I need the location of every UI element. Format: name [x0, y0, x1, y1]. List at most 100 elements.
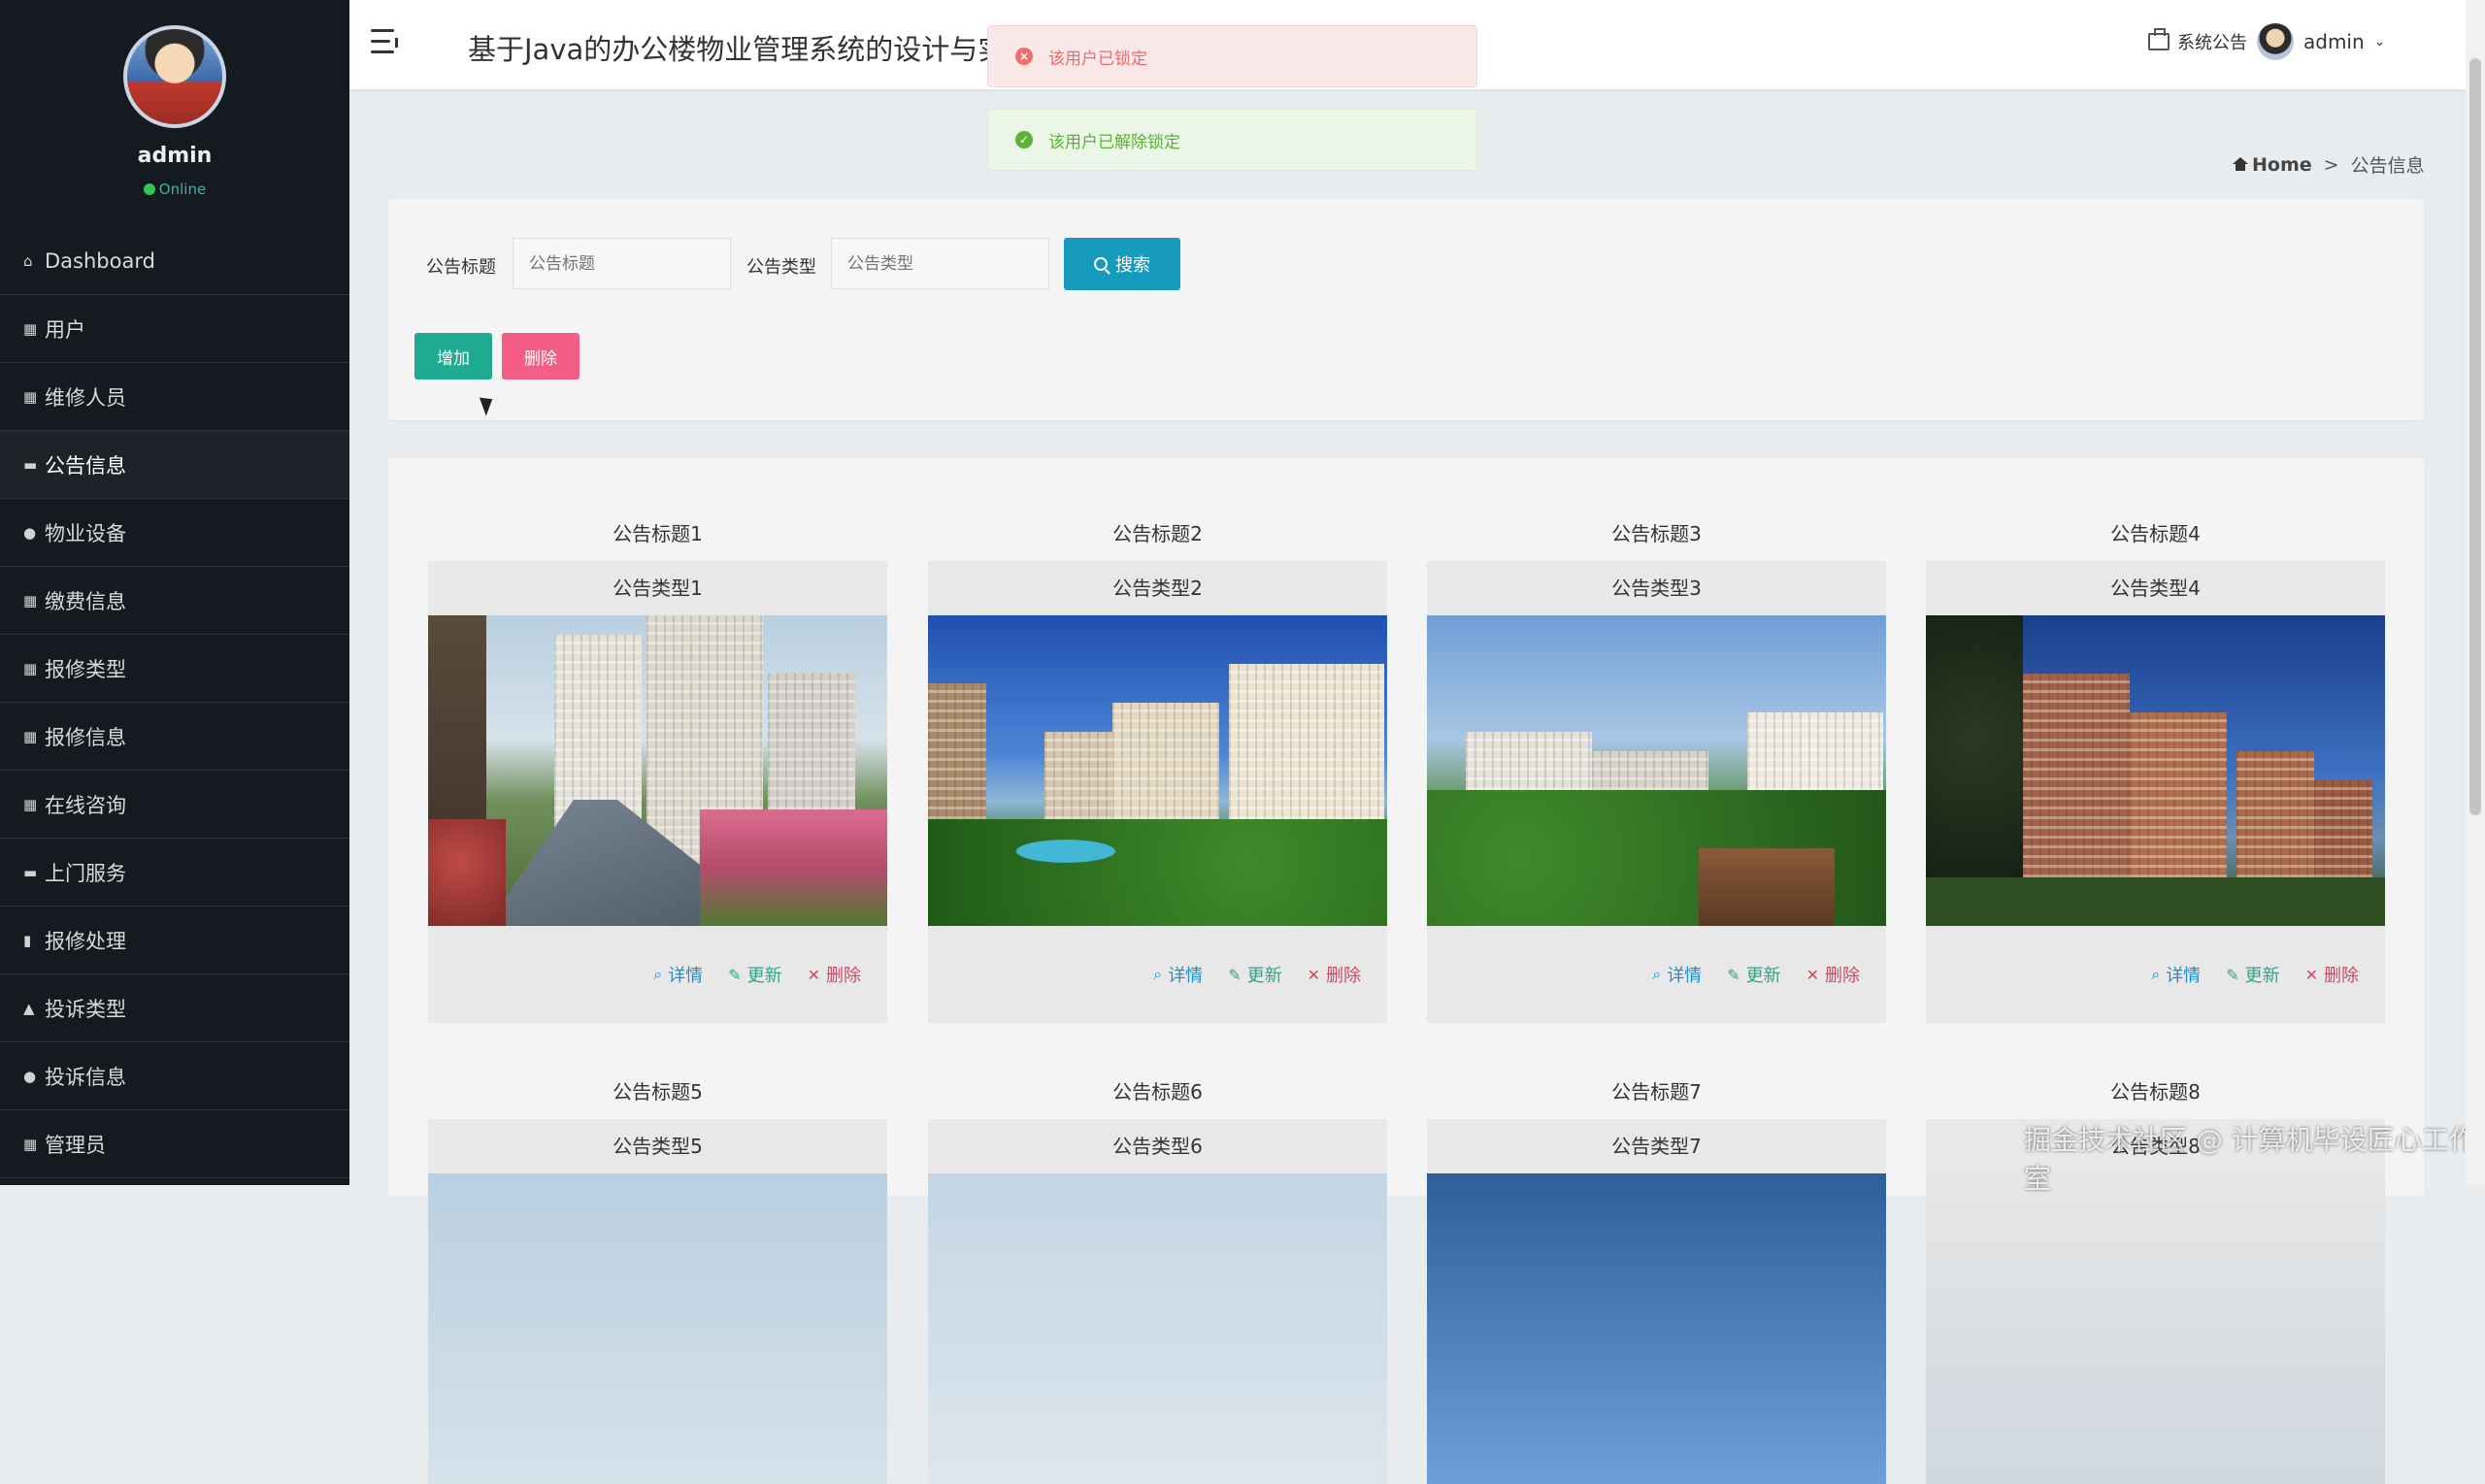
notice-card: 公告标题3 公告类型3 ⌕ 详情 ✎ 更新 ✕ 删除	[1427, 507, 1886, 1023]
breadcrumb-home[interactable]: Home	[2233, 154, 2312, 176]
notice-card: 公告标题6 公告类型6	[928, 1065, 1387, 1484]
user-dropdown-label: admin	[2303, 30, 2365, 53]
notice-card: 公告标题4 公告类型4 ⌕ 详情 ✎ 更新 ✕ 删除	[1926, 507, 2385, 1023]
sidebar-item-label: 在线咨询	[45, 793, 126, 817]
app-title: 基于Java的办公楼物业管理系统的设计与实	[468, 33, 1007, 66]
detail-link[interactable]: ⌕ 详情	[2151, 962, 2201, 987]
detail-link[interactable]: ⌕ 详情	[1652, 962, 1702, 987]
search-icon: ⌕	[2151, 965, 2161, 983]
card-image[interactable]	[1427, 615, 1886, 926]
notice-card: 公告标题2 公告类型2 ⌕ 详情 ✎ 更新 ✕ 删除	[928, 507, 1387, 1023]
sidebar-item-complaint-types[interactable]: ▲ 投诉类型	[0, 974, 349, 1042]
card-title: 公告标题8	[2110, 1080, 2201, 1104]
delete-link[interactable]: ✕ 删除	[1308, 962, 1361, 987]
sidebar-item-label: 报修处理	[45, 929, 126, 953]
card-image[interactable]	[428, 615, 887, 926]
detail-label: 详情	[2166, 966, 2202, 986]
edit-icon: ✎	[1727, 965, 1740, 984]
breadcrumb-separator: >	[2323, 153, 2339, 176]
card-image[interactable]	[1427, 1173, 1886, 1484]
card-type: 公告类型3	[1611, 577, 1702, 600]
search-button[interactable]: 搜索	[1064, 238, 1180, 290]
edit-icon: ✎	[728, 965, 742, 984]
sidebar-item-label: 维修人员	[45, 385, 126, 410]
menu-toggle-icon[interactable]	[371, 29, 400, 56]
card-image[interactable]	[928, 615, 1387, 926]
search-button-label: 搜索	[1115, 255, 1150, 275]
add-button[interactable]: 增加	[414, 333, 492, 379]
success-toast: ✓ 该用户已解除锁定	[987, 109, 1477, 171]
grid-icon: ▦	[23, 591, 38, 610]
user-dropdown[interactable]: admin ⌄	[2257, 23, 2385, 60]
sidebar-item-label: Dashboard	[45, 248, 155, 273]
type-search-label: 公告类型	[746, 257, 816, 278]
sidebar-item-notices[interactable]: ▬ 公告信息	[0, 431, 349, 499]
sidebar-item-dashboard[interactable]: ⌂ Dashboard	[0, 227, 349, 295]
card-title: 公告标题2	[1112, 522, 1203, 545]
user-icon: ●	[23, 1067, 37, 1085]
delete-link[interactable]: ✕ 删除	[808, 962, 861, 987]
bar-chart-icon: ▮	[23, 931, 32, 949]
page-scrollbar[interactable]	[2466, 0, 2485, 1185]
search-icon: ⌕	[1652, 965, 1662, 983]
sidebar-item-repair-types[interactable]: ▦ 报修类型	[0, 635, 349, 703]
briefcase-icon: ▬	[23, 863, 38, 881]
card-image[interactable]	[428, 1173, 887, 1484]
sidebar-item-maintenance-staff[interactable]: ▦ 维修人员	[0, 363, 349, 431]
sidebar-item-complaints[interactable]: ● 投诉信息	[0, 1042, 349, 1110]
sidebar-item-label: 缴费信息	[45, 589, 126, 613]
detail-label: 详情	[668, 966, 704, 986]
card-type: 公告类型4	[2110, 577, 2201, 600]
notice-card: 公告标题5 公告类型5	[428, 1065, 887, 1484]
sidebar-item-label: 投诉信息	[45, 1065, 126, 1089]
error-circle-icon: ×	[1015, 48, 1033, 65]
sidebar-item-repair-info[interactable]: ▦ 报修信息	[0, 703, 349, 771]
system-notice-link[interactable]: 系统公告	[2148, 28, 2247, 54]
sidebar-item-admins[interactable]: ▦ 管理员	[0, 1110, 349, 1178]
card-image[interactable]	[1926, 1173, 2385, 1484]
delete-label: 删除	[826, 966, 861, 986]
card-type: 公告类型2	[1112, 577, 1203, 600]
type-search-input[interactable]	[831, 238, 1049, 289]
avatar	[2257, 23, 2294, 60]
sidebar-item-onsite-service[interactable]: ▬ 上门服务	[0, 839, 349, 907]
sidebar-item-label: 投诉类型	[45, 997, 126, 1021]
sidebar-item-payments[interactable]: ▦ 缴费信息	[0, 567, 349, 635]
chevron-down-icon: ⌄	[2373, 34, 2386, 49]
scrollbar-thumb[interactable]	[2469, 58, 2481, 815]
card-title: 公告标题7	[1611, 1080, 1702, 1104]
update-label: 更新	[746, 966, 782, 986]
delete-label: 删除	[1825, 966, 1860, 986]
sidebar-item-label: 报修信息	[45, 725, 126, 749]
batch-delete-button[interactable]: 删除	[502, 333, 580, 379]
sidebar-item-consultation[interactable]: ▦ 在线咨询	[0, 771, 349, 839]
sidebar-item-users[interactable]: ▦ 用户	[0, 295, 349, 363]
update-link[interactable]: ✎ 更新	[1727, 962, 1780, 987]
detail-link[interactable]: ⌕ 详情	[1153, 962, 1203, 987]
update-link[interactable]: ✎ 更新	[1228, 962, 1281, 987]
breadcrumb: Home > 公告信息	[2233, 151, 2425, 178]
success-check-icon: ✓	[1015, 131, 1033, 148]
delete-label: 删除	[2324, 966, 2359, 986]
sidebar-item-label: 管理员	[45, 1133, 106, 1157]
card-image[interactable]	[1926, 615, 2385, 926]
card-type: 公告类型6	[1112, 1135, 1203, 1158]
title-search-input[interactable]	[513, 238, 731, 289]
avatar[interactable]	[123, 25, 226, 128]
delete-link[interactable]: ✕ 删除	[1806, 962, 1860, 987]
sidebar-item-equipment[interactable]: ● 物业设备	[0, 499, 349, 567]
error-toast-message: 该用户已锁定	[1048, 49, 1147, 69]
detail-link[interactable]: ⌕ 详情	[653, 962, 703, 987]
card-image[interactable]	[928, 1173, 1387, 1484]
sidebar-menu: ⌂ Dashboard ▦ 用户 ▦ 维修人员 ▬ 公告信息 ● 物业设备 ▦ 缴费信息 ▦…	[0, 227, 349, 1178]
online-status: Online	[0, 181, 349, 198]
delete-link[interactable]: ✕ 删除	[2305, 962, 2359, 987]
home-icon: ⌂	[23, 251, 33, 270]
update-link[interactable]: ✎ 更新	[2226, 962, 2279, 987]
update-link[interactable]: ✎ 更新	[728, 962, 781, 987]
sidebar-item-label: 用户	[45, 317, 85, 342]
card-title: 公告标题4	[2110, 522, 2201, 545]
sidebar: admin Online ⌂ Dashboard ▦ 用户 ▦ 维修人员 ▬ 公告信息 …	[0, 0, 349, 1185]
notice-card: 公告标题7 公告类型7	[1427, 1065, 1886, 1484]
sidebar-item-repair-handling[interactable]: ▮ 报修处理	[0, 907, 349, 974]
